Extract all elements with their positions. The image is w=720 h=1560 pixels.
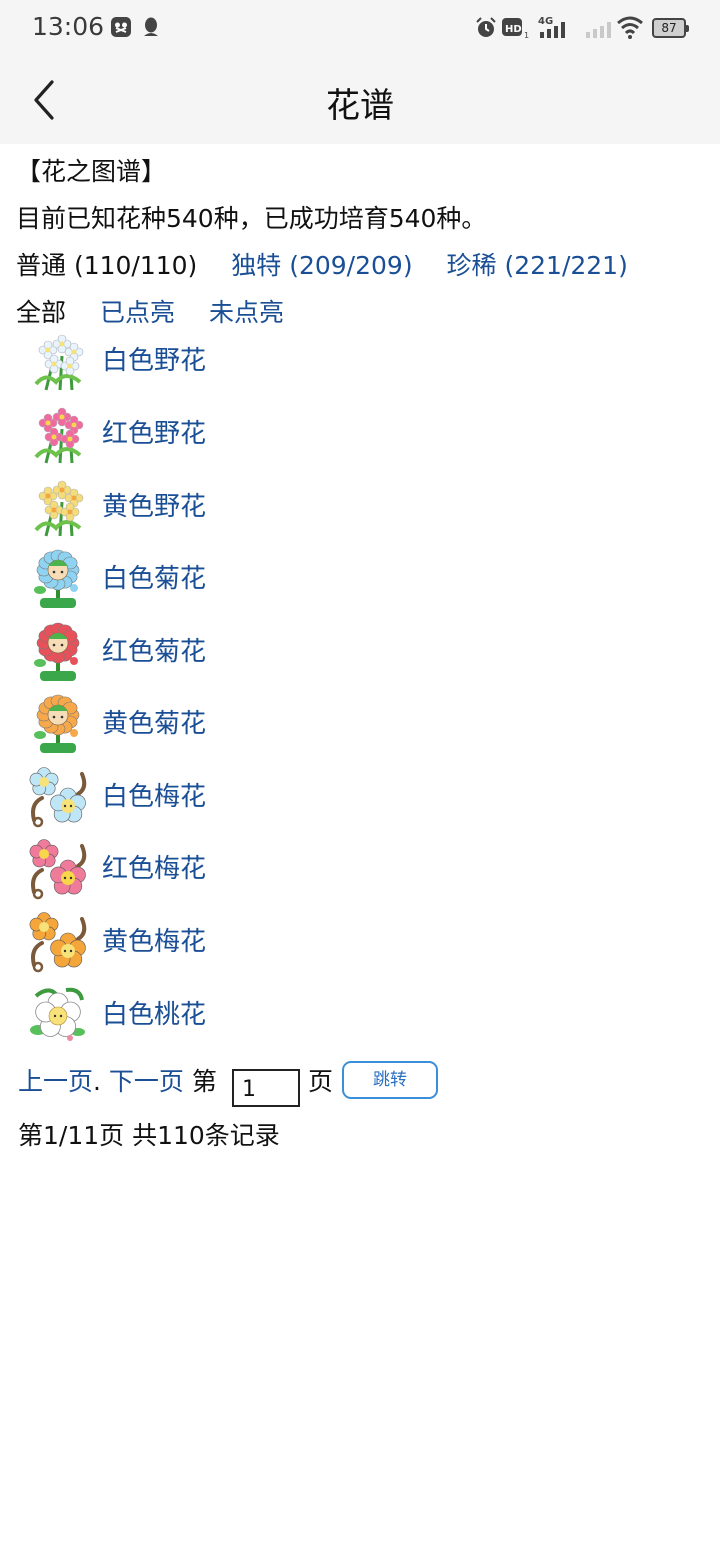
signal-4g-icon: 4G (538, 16, 565, 38)
prev-page-link[interactable]: 上一页 (18, 1067, 93, 1096)
catalog-heading: 【花之图谱】 (16, 157, 167, 186)
app-bar: 花谱 (0, 56, 720, 144)
flower-name[interactable]: 白色菊花 (102, 558, 206, 595)
category-tab-rare[interactable]: 珍稀 (221/221) (447, 251, 628, 280)
pagination: 上一页. 下一页 第 (18, 1062, 217, 1110)
filter-tab-all[interactable]: 全部 (16, 298, 66, 327)
flower-name[interactable]: 黄色菊花 (102, 703, 206, 740)
page-suffix: 页 (308, 1067, 334, 1096)
flower-icon (34, 334, 84, 391)
page-title: 花谱 (326, 86, 394, 126)
status-time: 13:06 (32, 12, 105, 41)
screenshot-app-icon (111, 17, 131, 37)
flower-name[interactable]: 白色野花 (102, 340, 206, 377)
jump-button[interactable]: 跳转 (342, 1061, 438, 1099)
pager-separator: . (93, 1067, 101, 1096)
battery-icon: 87 (652, 18, 689, 38)
qq-icon (144, 17, 158, 36)
filter-tabs: 全部 已点亮 未点亮 (16, 293, 284, 329)
svg-text:4G: 4G (538, 16, 553, 27)
filter-tab-unlit[interactable]: 未点亮 (209, 298, 284, 327)
page-prefix: 第 (191, 1067, 217, 1096)
flower-icon (34, 549, 80, 608)
flower-icon (29, 767, 87, 828)
status-bar: 13:06 HD 1 4G 87 (0, 0, 720, 56)
next-page-link[interactable]: 下一页 (109, 1067, 184, 1096)
alarm-icon (476, 17, 496, 37)
category-tab-unique[interactable]: 独特 (209/209) (231, 251, 412, 280)
flower-name[interactable]: 黄色梅花 (102, 921, 206, 958)
svg-text:1: 1 (524, 31, 529, 40)
page-summary: 第1/11页 共110条记录 (18, 1121, 280, 1150)
flower-name[interactable]: 红色菊花 (102, 631, 206, 668)
svg-text:HD: HD (505, 24, 522, 35)
battery-level: 87 (661, 21, 677, 35)
flower-icon (30, 987, 85, 1041)
catalog-summary: 目前已知花种540种，已成功培育540种。 (16, 204, 487, 233)
flower-icon (29, 839, 87, 900)
flower-name[interactable]: 黄色野花 (102, 486, 206, 523)
flower-name[interactable]: 红色梅花 (102, 848, 206, 885)
flower-icon (34, 622, 80, 681)
page-number-input[interactable]: 1 (232, 1069, 300, 1107)
flower-name[interactable]: 白色梅花 (102, 776, 206, 813)
flower-icon (34, 407, 84, 464)
category-tab-common[interactable]: 普通 (110/110) (16, 251, 197, 280)
wifi-icon (617, 16, 643, 39)
flower-icon (34, 694, 80, 753)
signal-empty-icon (586, 22, 611, 38)
hd-icon: HD 1 (502, 18, 529, 40)
category-tabs: 普通 (110/110) 独特 (209/209) 珍稀 (221/221) (16, 246, 628, 282)
flower-icon (29, 912, 87, 973)
flower-name[interactable]: 白色桃花 (102, 994, 206, 1031)
filter-tab-lit[interactable]: 已点亮 (100, 298, 175, 327)
flower-icon (34, 480, 84, 537)
flower-name[interactable]: 红色野花 (102, 413, 206, 450)
